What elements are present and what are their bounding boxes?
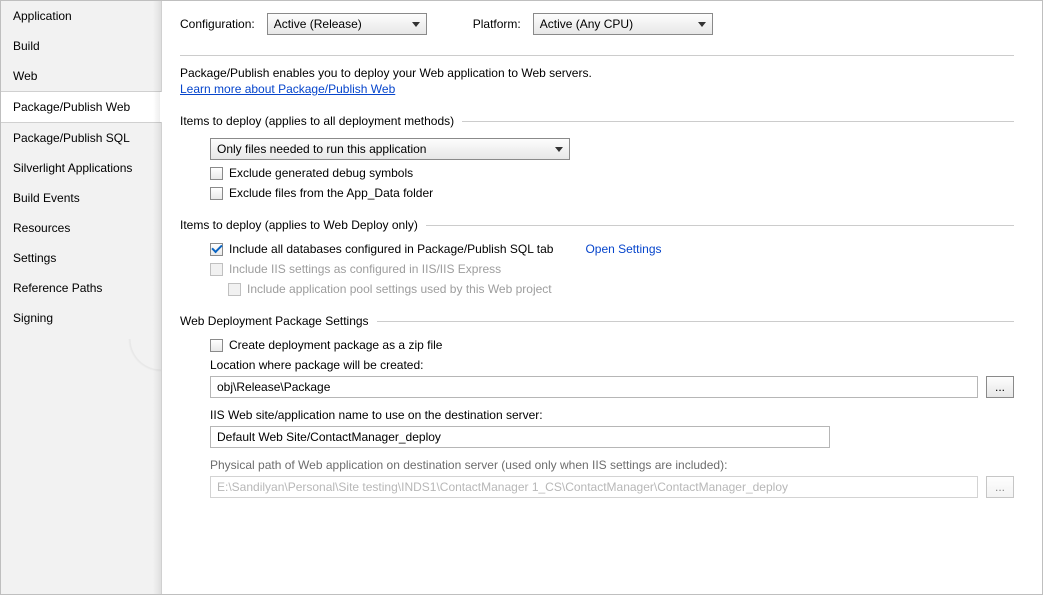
browse-phys-path-button: ... — [986, 476, 1014, 498]
create-zip-label: Create deployment package as a zip file — [229, 338, 442, 352]
section-items-all-label: Items to deploy (applies to all deployme… — [180, 114, 454, 128]
include-iis-label: Include IIS settings as configured in II… — [229, 262, 501, 276]
include-databases-checkbox[interactable] — [210, 243, 223, 256]
location-label: Location where package will be created: — [210, 358, 1014, 372]
sidebar-item-package-publish-sql[interactable]: Package/Publish SQL — [1, 123, 161, 153]
sidebar-item-build-events[interactable]: Build Events — [1, 183, 161, 213]
sidebar: Application Build Web Package/Publish We… — [1, 1, 161, 594]
include-apppool-checkbox — [228, 283, 241, 296]
platform-value: Active (Any CPU) — [540, 17, 633, 31]
sidebar-item-application[interactable]: Application — [1, 1, 161, 31]
include-databases-label: Include all databases configured in Pack… — [229, 242, 553, 256]
browse-location-button[interactable]: ... — [986, 376, 1014, 398]
configuration-row: Configuration: Active (Release) Platform… — [180, 13, 1024, 35]
sidebar-item-build[interactable]: Build — [1, 31, 161, 61]
section-items-webdeploy-label: Items to deploy (applies to Web Deploy o… — [180, 218, 418, 232]
section-package-settings-label: Web Deployment Package Settings — [180, 314, 369, 328]
iis-name-input[interactable] — [210, 426, 830, 448]
section-items-all: Items to deploy (applies to all deployme… — [180, 114, 1014, 128]
phys-path-label: Physical path of Web application on dest… — [210, 458, 1014, 472]
section-package-settings: Web Deployment Package Settings — [180, 314, 1014, 328]
configuration-select[interactable]: Active (Release) — [267, 13, 427, 35]
chevron-down-icon — [412, 22, 420, 27]
sidebar-item-signing[interactable]: Signing — [1, 303, 161, 333]
divider — [180, 55, 1014, 56]
sidebar-item-resources[interactable]: Resources — [1, 213, 161, 243]
include-apppool-label: Include application pool settings used b… — [247, 282, 552, 296]
create-zip-checkbox[interactable] — [210, 339, 223, 352]
learn-more-link[interactable]: Learn more about Package/Publish Web — [180, 82, 395, 96]
main-scroll-area[interactable]: Package/Publish enables you to deploy yo… — [180, 51, 1024, 594]
section-rule — [426, 225, 1014, 226]
sidebar-item-package-publish-web[interactable]: Package/Publish Web — [1, 91, 161, 123]
section-rule — [377, 321, 1014, 322]
section-items-webdeploy: Items to deploy (applies to Web Deploy o… — [180, 218, 1014, 232]
platform-select[interactable]: Active (Any CPU) — [533, 13, 713, 35]
phys-path-input — [210, 476, 978, 498]
configuration-label: Configuration: — [180, 17, 255, 31]
open-settings-link[interactable]: Open Settings — [585, 242, 661, 256]
location-input[interactable] — [210, 376, 978, 398]
chevron-down-icon — [698, 22, 706, 27]
main-panel: Configuration: Active (Release) Platform… — [161, 1, 1042, 594]
sidebar-item-settings[interactable]: Settings — [1, 243, 161, 273]
section-rule — [462, 121, 1014, 122]
deploy-mode-value: Only files needed to run this applicatio… — [217, 142, 426, 156]
exclude-debug-label: Exclude generated debug symbols — [229, 166, 413, 180]
exclude-appdata-label: Exclude files from the App_Data folder — [229, 186, 433, 200]
chevron-down-icon — [555, 147, 563, 152]
sidebar-item-reference-paths[interactable]: Reference Paths — [1, 273, 161, 303]
configuration-value: Active (Release) — [274, 17, 362, 31]
include-iis-checkbox — [210, 263, 223, 276]
platform-label: Platform: — [473, 17, 521, 31]
exclude-appdata-checkbox[interactable] — [210, 187, 223, 200]
sidebar-item-silverlight[interactable]: Silverlight Applications — [1, 153, 161, 183]
exclude-debug-checkbox[interactable] — [210, 167, 223, 180]
project-properties-window: Application Build Web Package/Publish We… — [0, 0, 1043, 595]
iis-name-label: IIS Web site/application name to use on … — [210, 408, 1014, 422]
sidebar-curve-decoration — [1, 339, 161, 379]
sidebar-item-web[interactable]: Web — [1, 61, 161, 91]
deploy-mode-select[interactable]: Only files needed to run this applicatio… — [210, 138, 570, 160]
intro-text: Package/Publish enables you to deploy yo… — [180, 66, 1014, 80]
